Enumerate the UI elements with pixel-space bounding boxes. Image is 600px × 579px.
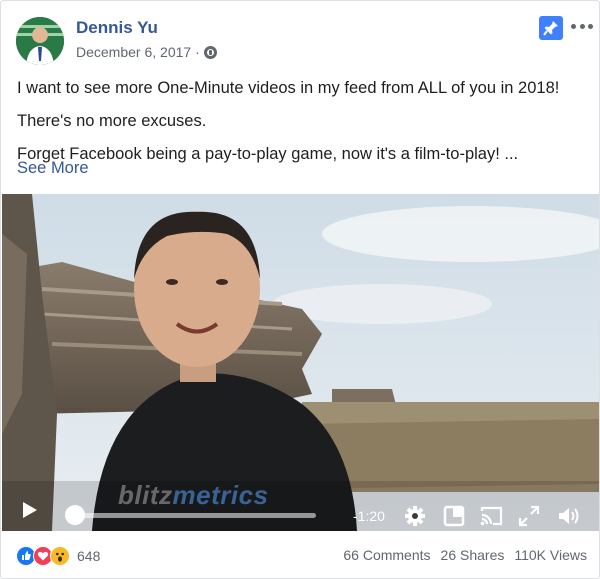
post-card: Dennis Yu December 6, 2017 · I want to s… — [0, 0, 600, 579]
cast-icon[interactable] — [480, 505, 503, 527]
post-footer: 648 66 Comments 26 Shares 110K Views — [1, 532, 599, 578]
wow-reaction-icon — [50, 546, 70, 566]
volume-icon[interactable] — [557, 505, 579, 527]
more-icon[interactable] — [571, 16, 593, 36]
pin-icon[interactable] — [539, 16, 563, 40]
miniplayer-icon[interactable] — [443, 505, 465, 527]
time-remaining: -1:20 — [353, 508, 385, 524]
globe-icon[interactable] — [203, 45, 217, 59]
video-controls: -1:20 — [2, 481, 599, 531]
post-meta: December 6, 2017 · — [76, 44, 217, 60]
progress-bar[interactable] — [72, 513, 316, 518]
post-paragraph: Forget Facebook being a pay-to-play game… — [17, 145, 519, 163]
post-body: I want to see more One-Minute videos in … — [17, 77, 587, 176]
reaction-count: 648 — [77, 548, 101, 564]
shares-count[interactable]: 26 Shares — [441, 547, 505, 563]
play-icon[interactable] — [23, 502, 37, 518]
avatar[interactable] — [16, 17, 64, 65]
post-paragraph: There's no more excuses. — [17, 112, 207, 130]
progress-knob[interactable] — [65, 505, 85, 525]
see-more-link[interactable]: See More — [17, 159, 89, 178]
engagement-stats: 66 Comments 26 Shares 110K Views — [343, 547, 587, 563]
fullscreen-icon[interactable] — [518, 505, 540, 527]
views-count: 110K Views — [514, 547, 587, 563]
video-player[interactable]: blitzmetrics -1:20 — [2, 194, 599, 531]
comments-count[interactable]: 66 Comments — [343, 547, 430, 563]
reactions-summary[interactable]: 648 — [16, 546, 100, 566]
gear-icon[interactable] — [404, 505, 426, 527]
post-paragraph: I want to see more One-Minute videos in … — [17, 79, 560, 97]
author-name[interactable]: Dennis Yu — [76, 18, 158, 38]
post-date[interactable]: December 6, 2017 · — [76, 44, 200, 60]
